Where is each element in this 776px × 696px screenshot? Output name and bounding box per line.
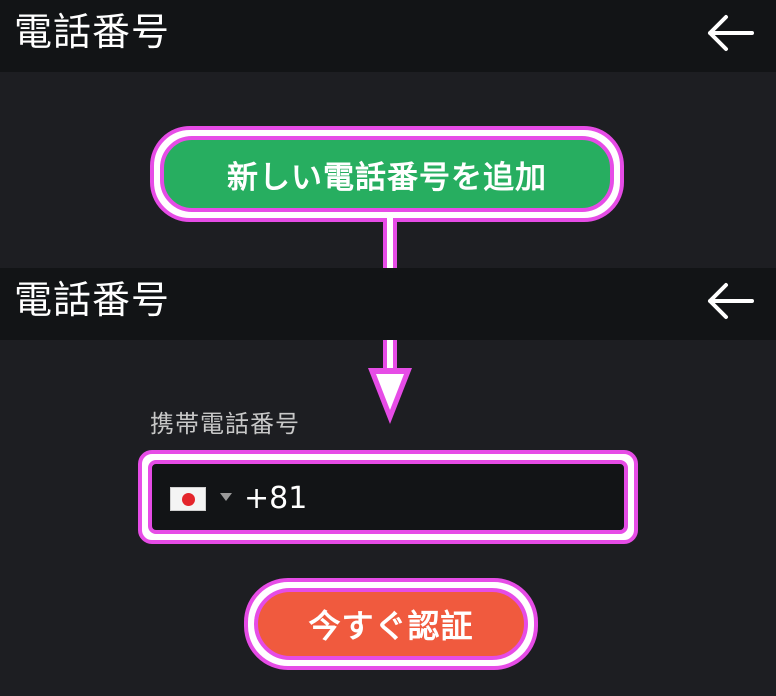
mobile-number-label: 携帯電話番号 bbox=[150, 410, 300, 438]
add-phone-callout: 新しい電話番号を追加 bbox=[150, 126, 624, 222]
second-header: 電話番号 bbox=[0, 268, 776, 340]
verify-button-highlight: 今すぐ認証 bbox=[244, 578, 538, 670]
japan-flag-icon[interactable] bbox=[170, 487, 206, 511]
flag-circle bbox=[182, 493, 195, 506]
caret-down-icon[interactable] bbox=[220, 493, 232, 501]
arrow-left-icon bbox=[708, 15, 754, 51]
arrow-left-icon bbox=[708, 283, 754, 319]
top-header: 電話番号 bbox=[0, 0, 776, 72]
back-button[interactable] bbox=[702, 8, 758, 58]
verify-now-button[interactable]: 今すぐ認証 bbox=[254, 588, 528, 660]
page-title: 電話番号 bbox=[14, 10, 171, 54]
page-title-second: 電話番号 bbox=[14, 278, 171, 322]
phone-input-highlight: +81 bbox=[138, 450, 638, 544]
phone-number-input[interactable]: +81 bbox=[148, 460, 628, 534]
add-new-phone-button[interactable]: 新しい電話番号を追加 bbox=[160, 136, 614, 212]
dial-code: +81 bbox=[244, 481, 308, 516]
back-button-second[interactable] bbox=[702, 276, 758, 326]
